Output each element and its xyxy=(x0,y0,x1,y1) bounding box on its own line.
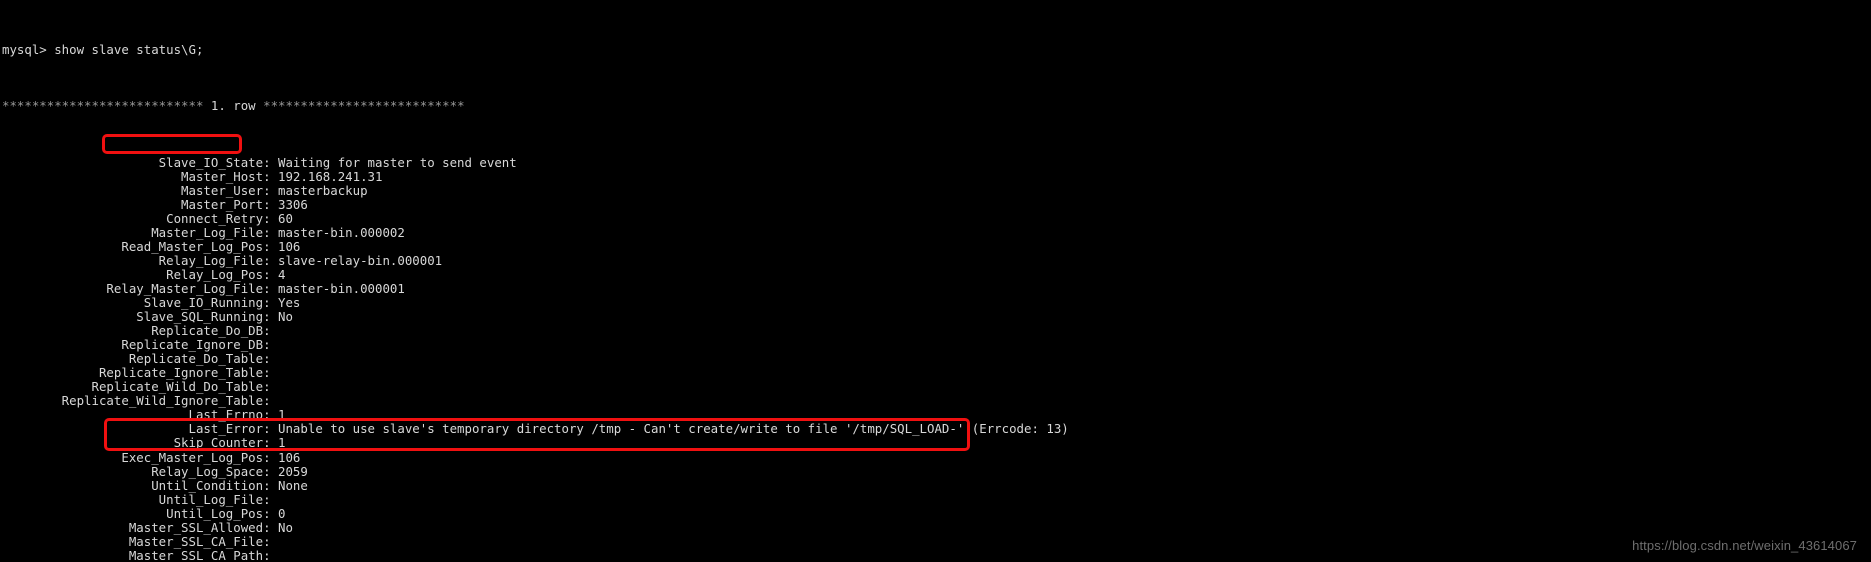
field-label: Slave_IO_Running: xyxy=(2,294,279,310)
field-value: 192.168.241.31 xyxy=(278,168,383,184)
status-field-relay-log-file: Relay_Log_File: slave-relay-bin.000001 xyxy=(2,252,1069,268)
field-label: Replicate_Ignore_Table: xyxy=(2,365,279,381)
field-value: 106 xyxy=(278,449,301,465)
status-field-read-master-log-pos: Read_Master_Log_Pos: 106 xyxy=(2,238,1069,254)
field-value: Yes xyxy=(278,294,301,310)
status-field-replicate-do-db: Replicate_Do_DB: xyxy=(2,324,1069,338)
status-field-replicate-wild-ignore-table: Replicate_Wild_Ignore_Table: xyxy=(2,394,1069,408)
status-field-slave-io-running: Slave_IO_Running: Yes xyxy=(2,294,1069,310)
status-field-replicate-do-table: Replicate_Do_Table: xyxy=(2,352,1069,366)
field-label: Slave_IO_State: xyxy=(2,154,279,170)
status-field-relay-log-space: Relay_Log_Space: 2059 xyxy=(2,463,1069,479)
field-value: 1 xyxy=(278,435,286,451)
field-label: Master_Port: xyxy=(2,196,279,212)
prompt-line: mysql> show slave status\G; xyxy=(2,42,204,58)
field-label: Replicate_Wild_Do_Table: xyxy=(2,379,279,395)
field-value: 3306 xyxy=(278,196,308,212)
field-value: None xyxy=(278,477,308,493)
status-field-exec-master-log-pos: Exec_Master_Log_Pos: 106 xyxy=(2,449,1069,465)
status-field-master-ssl-ca-path: Master_SSL_CA_Path: xyxy=(2,547,1069,562)
field-label: Relay_Log_File: xyxy=(2,252,279,268)
watermark-url: https://blog.csdn.net/weixin_43614067 xyxy=(1632,537,1857,553)
field-value: No xyxy=(278,309,293,325)
status-field-master-ssl-ca-file: Master_SSL_CA_File: xyxy=(2,533,1069,549)
status-field-master-log-file: Master_Log_File: master-bin.000002 xyxy=(2,224,1069,240)
status-field-master-ssl-allowed: Master_SSL_Allowed: No xyxy=(2,519,1069,535)
field-value: No xyxy=(278,519,293,535)
field-value: 0 xyxy=(278,505,286,521)
terminal-output: mysql> show slave status\G; ************… xyxy=(2,1,1069,562)
field-label: Replicate_Ignore_DB: xyxy=(2,337,279,353)
status-field-master-port: Master_Port: 3306 xyxy=(2,196,1069,212)
field-value: master-bin.000001 xyxy=(278,280,405,296)
field-label: Master_SSL_Allowed: xyxy=(2,519,279,535)
status-field-replicate-ignore-db: Replicate_Ignore_DB: xyxy=(2,338,1069,352)
terminal-window[interactable]: mysql> show slave status\G; ************… xyxy=(0,0,1871,562)
status-field-until-log-pos: Until_Log_Pos: 0 xyxy=(2,505,1069,521)
field-value: slave-relay-bin.000001 xyxy=(278,252,443,268)
field-label: Last_Errno: xyxy=(2,407,279,423)
row-label: 1. row xyxy=(203,98,264,114)
field-label: Last_Error: xyxy=(2,421,279,437)
status-field-replicate-wild-do-table: Replicate_Wild_Do_Table: xyxy=(2,380,1069,394)
status-field-skip-counter: Skip_Counter: 1 xyxy=(2,436,1069,450)
status-field-replicate-ignore-table: Replicate_Ignore_Table: xyxy=(2,366,1069,380)
field-value: master-bin.000002 xyxy=(278,224,405,240)
field-value: 106 xyxy=(278,238,301,254)
status-field-until-log-file: Until_Log_File: xyxy=(2,491,1069,507)
field-label: Master_User: xyxy=(2,182,279,198)
field-value: Waiting for master to send event xyxy=(278,154,517,170)
field-label: Relay_Master_Log_File: xyxy=(2,280,279,296)
field-label: Slave_SQL_Running: xyxy=(2,309,279,325)
field-label: Exec_Master_Log_Pos: xyxy=(2,449,279,465)
row-separator-line: *************************** 1. row *****… xyxy=(2,99,1069,113)
field-label: Replicate_Do_Table: xyxy=(2,351,279,367)
field-value: 1 xyxy=(278,407,286,423)
status-field-slave-sql-running: Slave_SQL_Running: No xyxy=(2,310,1069,324)
field-label: Until_Condition: xyxy=(2,477,279,493)
status-field-relay-log-pos: Relay_Log_Pos: 4 xyxy=(2,266,1069,282)
field-label: Connect_Retry: xyxy=(2,210,279,226)
field-label: Master_Log_File: xyxy=(2,224,279,240)
status-field-master-user: Master_User: masterbackup xyxy=(2,182,1069,198)
field-value: masterbackup xyxy=(278,182,368,198)
field-label: Replicate_Do_DB: xyxy=(2,323,279,339)
status-field-slave-io-state: Slave_IO_State: Waiting for master to se… xyxy=(2,154,1069,170)
field-value: 4 xyxy=(278,266,286,282)
status-field-master-host: Master_Host: 192.168.241.31 xyxy=(2,168,1069,184)
field-label: Read_Master_Log_Pos: xyxy=(2,238,279,254)
field-value: Unable to use slave's temporary director… xyxy=(278,421,1069,437)
status-field-connect-retry: Connect_Retry: 60 xyxy=(2,210,1069,226)
field-value: 2059 xyxy=(278,463,308,479)
field-label: Master_SSL_CA_File: xyxy=(2,533,279,549)
field-label: Relay_Log_Space: xyxy=(2,463,279,479)
field-label: Skip_Counter: xyxy=(2,435,279,451)
field-label: Master_Host: xyxy=(2,168,279,184)
status-field-until-condition: Until_Condition: None xyxy=(2,477,1069,493)
stars-right: *************************** xyxy=(263,98,465,114)
field-label: Master_SSL_CA_Path: xyxy=(2,547,279,562)
status-field-last-errno: Last_Errno: 1 xyxy=(2,408,1069,422)
field-label: Replicate_Wild_Ignore_Table: xyxy=(2,393,279,409)
status-field-list: Slave_IO_State: Waiting for master to se… xyxy=(2,154,1069,562)
stars-left: *************************** xyxy=(2,98,204,114)
status-field-relay-master-log-file: Relay_Master_Log_File: master-bin.000001 xyxy=(2,280,1069,296)
status-field-last-error: Last_Error: Unable to use slave's tempor… xyxy=(2,421,1069,437)
field-label: Relay_Log_Pos: xyxy=(2,266,279,282)
field-label: Until_Log_File: xyxy=(2,491,279,507)
field-value: 60 xyxy=(278,210,293,226)
field-label: Until_Log_Pos: xyxy=(2,505,279,521)
